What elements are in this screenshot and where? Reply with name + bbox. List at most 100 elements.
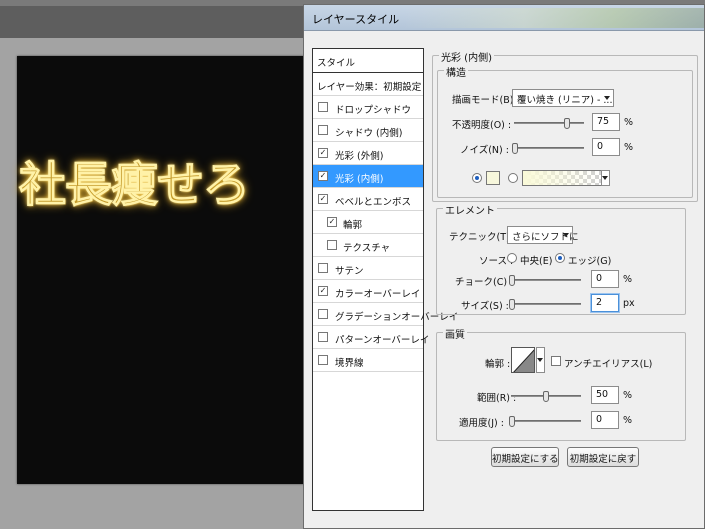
chevron-down-icon xyxy=(563,233,569,237)
contour-curve-icon xyxy=(513,349,534,372)
chevron-down-icon xyxy=(602,176,608,180)
style-item[interactable]: ドロップシャドウ xyxy=(313,96,423,119)
style-item-checkbox[interactable] xyxy=(318,355,328,365)
dialog-titlebar[interactable]: レイヤースタイル xyxy=(304,5,704,31)
dialog-title: レイヤースタイル xyxy=(312,13,400,26)
jitter-slider[interactable] xyxy=(509,416,581,427)
style-item-checkbox[interactable]: ✓ xyxy=(318,286,328,296)
style-item[interactable]: 境界線 xyxy=(313,349,423,372)
styles-list-header[interactable]: スタイル xyxy=(313,49,423,73)
technique-label: テクニック(T) : xyxy=(449,232,516,243)
range-field[interactable]: 50 xyxy=(591,386,619,404)
choke-field[interactable]: 0 xyxy=(591,270,619,288)
size-slider-thumb[interactable] xyxy=(509,299,515,310)
opacity-slider[interactable] xyxy=(514,118,584,129)
style-item-checkbox[interactable] xyxy=(318,309,328,319)
size-field[interactable]: 2 xyxy=(591,294,619,312)
style-item-label: ドロップシャドウ xyxy=(335,105,412,116)
document-canvas[interactable] xyxy=(17,56,307,484)
style-item[interactable]: ✓ ベベルとエンボス xyxy=(313,188,423,211)
choke-label: チョーク(C) : xyxy=(455,277,514,288)
style-item-label: 輪郭 xyxy=(343,220,363,231)
style-item-label: サテン xyxy=(335,266,364,277)
structure-title: 構造 xyxy=(444,64,468,79)
jitter-slider-thumb[interactable] xyxy=(509,416,515,427)
quality-group: 画質 輪郭 : アンチエイリアス(L) 範囲(R) : 50 % 適用度(J) … xyxy=(436,326,686,441)
contour-preview[interactable] xyxy=(511,347,535,373)
style-item[interactable]: ✓ 光彩 (内側) xyxy=(313,165,423,188)
style-item-checkbox[interactable]: ✓ xyxy=(318,194,328,204)
style-item-checkbox[interactable] xyxy=(318,332,328,342)
style-item-label: カラーオーバーレイ xyxy=(335,289,421,300)
size-unit: px xyxy=(623,298,635,309)
style-item-checkbox[interactable]: ✓ xyxy=(327,217,337,227)
style-item[interactable]: ✓ カラーオーバーレイ xyxy=(313,280,423,303)
opacity-label: 不透明度(O) : xyxy=(452,120,512,131)
reset-default-button[interactable]: 初期設定に戻す xyxy=(567,447,639,467)
style-item[interactable]: テクスチャ xyxy=(313,234,423,257)
style-item[interactable]: ✓ 輪郭 xyxy=(313,211,423,234)
style-item[interactable]: グラデーションオーバーレイ xyxy=(313,303,458,326)
inner-glow-title: 光彩 (内側) xyxy=(439,49,494,64)
choke-slider[interactable] xyxy=(509,275,581,286)
opacity-slider-thumb[interactable] xyxy=(564,118,570,129)
style-item-label: シャドウ (内側) xyxy=(335,128,403,139)
style-item[interactable]: パターンオーバーレイ xyxy=(313,326,429,349)
noise-slider[interactable] xyxy=(512,143,584,154)
canvas-text-layer[interactable]: 社長痩せろ xyxy=(19,146,289,215)
style-item[interactable]: シャドウ (内側) xyxy=(313,119,423,142)
styles-list: スタイル レイヤー効果：初期設定ドロップシャドウ シャドウ (内側) ✓ 光彩 (外側… xyxy=(312,48,458,511)
chevron-down-icon xyxy=(537,358,543,362)
chevron-down-icon xyxy=(604,96,610,100)
antialias-label: アンチエイリアス(L) xyxy=(564,359,653,370)
noise-field[interactable]: 0 xyxy=(592,138,620,156)
glow-gradient-picker[interactable] xyxy=(522,170,602,186)
style-item-label: 光彩 (内側) xyxy=(335,174,384,185)
style-item-label: ベベルとエンボス xyxy=(335,197,412,208)
noise-unit: % xyxy=(624,142,634,153)
structure-group: 構造 描画モード(B) : 覆い焼き (リニア) - ... 不透明度(O) :… xyxy=(437,64,693,198)
range-label: 範囲(R) : xyxy=(477,393,517,404)
inner-glow-group: 光彩 (内側) 構造 描画モード(B) : 覆い焼き (リニア) - ... 不… xyxy=(432,49,698,202)
choke-unit: % xyxy=(623,274,633,285)
style-item[interactable]: レイヤー効果：初期設定 xyxy=(313,73,423,96)
style-item-checkbox[interactable] xyxy=(318,102,328,112)
style-item[interactable]: サテン xyxy=(313,257,423,280)
opacity-field[interactable]: 75 xyxy=(592,113,620,131)
style-item-checkbox[interactable]: ✓ xyxy=(318,171,328,181)
style-item-label: パターンオーバーレイ xyxy=(335,335,430,346)
style-item-checkbox[interactable] xyxy=(327,240,337,250)
choke-slider-thumb[interactable] xyxy=(509,275,515,286)
size-slider[interactable] xyxy=(509,299,581,310)
gradient-mode-radio[interactable] xyxy=(508,173,518,183)
style-item-checkbox[interactable] xyxy=(318,263,328,273)
noise-slider-thumb[interactable] xyxy=(512,143,518,154)
technique-dropdown[interactable]: さらにソフトに xyxy=(507,226,579,244)
jitter-label: 適用度(J) : xyxy=(459,418,504,429)
style-item[interactable]: ✓ 光彩 (外側) xyxy=(313,142,423,165)
make-default-button[interactable]: 初期設定にする xyxy=(491,447,559,467)
style-item-checkbox[interactable] xyxy=(318,125,328,135)
style-item-label: テクスチャ xyxy=(343,243,391,254)
range-slider-thumb[interactable] xyxy=(543,391,549,402)
blend-mode-label: 描画モード(B) : xyxy=(452,95,520,106)
contour-label: 輪郭 : xyxy=(485,359,511,370)
blend-mode-dropdown[interactable]: 覆い焼き (リニア) - ... xyxy=(512,89,614,107)
style-item-label: 境界線 xyxy=(335,358,364,369)
gradient-dropdown-button[interactable] xyxy=(601,170,610,186)
color-mode-radio[interactable] xyxy=(472,173,482,183)
range-unit: % xyxy=(623,390,633,401)
jitter-field[interactable]: 0 xyxy=(591,411,619,429)
styles-list-header-label: スタイル xyxy=(317,58,356,69)
source-edge-radio[interactable] xyxy=(555,253,565,263)
contour-dropdown-button[interactable] xyxy=(536,347,545,373)
source-center-radio[interactable] xyxy=(507,253,517,263)
range-slider[interactable] xyxy=(511,391,581,402)
antialias-checkbox[interactable] xyxy=(551,356,561,366)
style-item-label: レイヤー効果：初期設定 xyxy=(317,82,422,93)
source-center-label: 中央(E) xyxy=(520,256,553,267)
style-item-checkbox[interactable]: ✓ xyxy=(318,148,328,158)
jitter-unit: % xyxy=(623,415,633,426)
source-edge-label: エッジ(G) xyxy=(568,256,612,267)
glow-color-swatch[interactable] xyxy=(486,171,500,185)
